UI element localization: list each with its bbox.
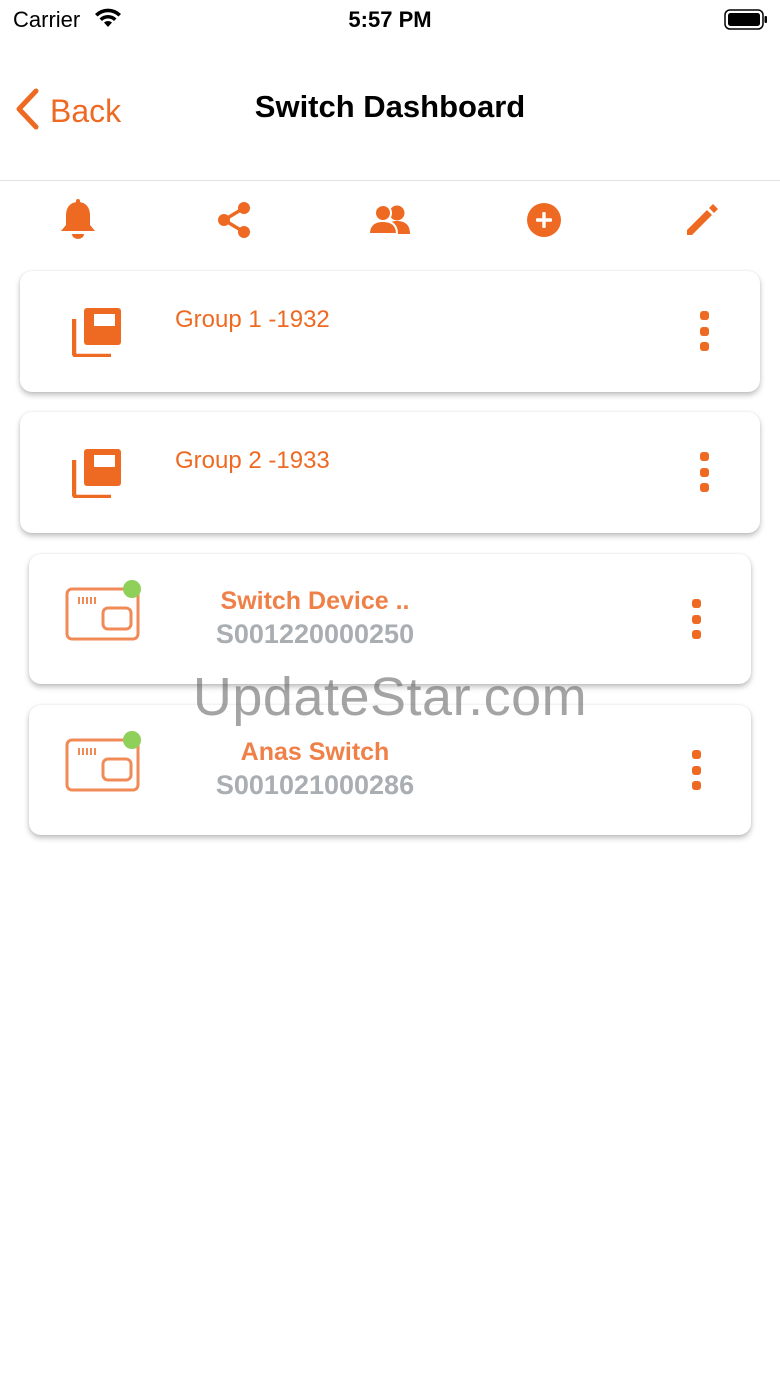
page-title: Switch Dashboard — [254, 89, 526, 124]
group-label: Group 1 -1932 — [175, 306, 330, 333]
device-name: Switch Device .. — [220, 587, 410, 615]
group-card[interactable]: Group 1 -1932 — [20, 271, 760, 392]
group-card[interactable]: Group 2 -1933 — [20, 412, 760, 533]
device-name: Anas Switch — [240, 738, 390, 766]
more-options-icon[interactable] — [689, 750, 703, 790]
status-bar: Carrier 5:57 PM — [0, 0, 780, 40]
more-options-icon[interactable] — [697, 311, 711, 351]
group-label: Group 2 -1933 — [175, 447, 330, 474]
group-stack-icon — [71, 448, 122, 503]
device-card[interactable]: Switch Device .. S001220000250 — [29, 554, 751, 684]
more-options-icon[interactable] — [697, 452, 711, 492]
group-stack-icon — [71, 307, 122, 362]
users-icon[interactable] — [368, 198, 412, 242]
watermark: UpdateStar.com — [192, 667, 588, 727]
pencil-icon[interactable] — [680, 198, 724, 242]
more-options-icon[interactable] — [689, 599, 703, 639]
add-circle-icon[interactable] — [522, 198, 566, 242]
bell-icon[interactable] — [56, 198, 100, 242]
action-toolbar — [0, 180, 780, 260]
device-serial: S001021000286 — [215, 770, 415, 800]
navigation-bar: Back Switch Dashboard — [0, 60, 780, 181]
device-serial: S001220000250 — [215, 619, 415, 649]
battery-icon — [724, 9, 768, 36]
share-icon[interactable] — [212, 198, 256, 242]
clock: 5:57 PM — [348, 7, 432, 32]
